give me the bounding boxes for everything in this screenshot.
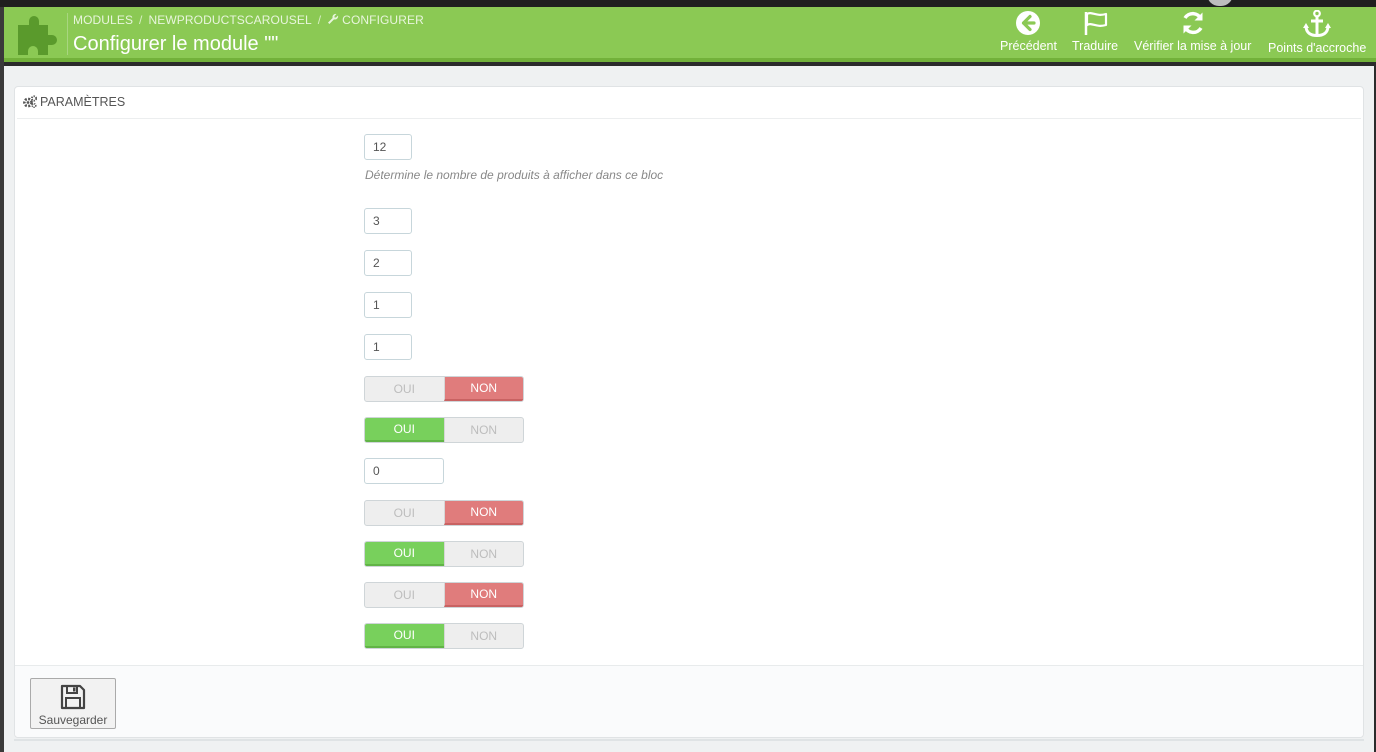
switch-yes[interactable]: OUI xyxy=(365,418,444,442)
toggle-switch-4[interactable]: OUI NON xyxy=(364,541,524,567)
switch-yes[interactable]: OUI xyxy=(365,624,444,648)
panel-footer: Sauvegarder xyxy=(15,665,1363,737)
toggle-switch-5[interactable]: OUI NON xyxy=(364,582,524,608)
number-input-2[interactable] xyxy=(364,208,412,234)
switch-no[interactable]: NON xyxy=(443,583,523,607)
page-header: MODULES / NEWPRODUCTSCAROUSEL / CONFIGURER C… xyxy=(4,7,1376,62)
number-input-3[interactable] xyxy=(364,250,412,276)
toggle-switch-3[interactable]: OUI NON xyxy=(364,500,524,526)
check-update-label: Vérifier la mise à jour xyxy=(1134,39,1252,53)
check-update-button[interactable]: Vérifier la mise à jour xyxy=(1134,10,1251,58)
switch-yes[interactable]: OUI xyxy=(365,501,444,525)
back-label: Précédent xyxy=(1000,39,1057,53)
header-divider xyxy=(67,13,68,55)
window-control xyxy=(1207,0,1233,6)
toggle-switch-2[interactable]: OUI NON xyxy=(364,417,524,443)
window-top-strip xyxy=(0,0,1376,7)
switch-yes[interactable]: OUI xyxy=(365,377,444,401)
save-button[interactable]: Sauvegarder xyxy=(30,678,116,729)
toggle-switch-6[interactable]: OUI NON xyxy=(364,623,524,649)
switch-no[interactable]: NON xyxy=(443,501,523,525)
flag-icon xyxy=(1084,12,1108,35)
products-count-help: Détermine le nombre de produits à affich… xyxy=(365,168,664,182)
number-input-6[interactable] xyxy=(364,458,444,484)
panel-heading-label: PARAMÈTRES xyxy=(40,95,126,109)
products-count-input[interactable] xyxy=(364,134,412,160)
heading-divider xyxy=(17,118,1361,119)
breadcrumb-module-name[interactable]: NEWPRODUCTSCAROUSEL xyxy=(148,13,311,27)
breadcrumb-separator: / xyxy=(139,13,143,27)
switch-no[interactable]: NON xyxy=(443,542,524,566)
cogs-icon xyxy=(23,95,37,108)
number-input-4[interactable] xyxy=(364,292,412,318)
number-input-5[interactable] xyxy=(364,334,412,360)
hooks-label: Points d'accroche xyxy=(1268,41,1367,55)
settings-panel: PARAMÈTRES Détermine le nombre de produi… xyxy=(14,86,1364,738)
floppy-disk-icon xyxy=(60,684,86,709)
refresh-icon xyxy=(1183,11,1203,35)
hooks-button[interactable]: Points d'accroche xyxy=(1268,10,1366,58)
switch-no[interactable]: NON xyxy=(443,377,523,401)
anchor-icon xyxy=(1303,10,1332,38)
breadcrumb-configure: CONFIGURER xyxy=(342,13,424,27)
breadcrumb-separator: / xyxy=(317,13,322,27)
wrench-icon xyxy=(328,13,339,24)
panel-heading: PARAMÈTRES xyxy=(23,95,125,109)
page-title: Configurer le module "" xyxy=(73,33,279,55)
back-button[interactable]: Précédent xyxy=(1000,10,1057,58)
save-label: Sauvegarder xyxy=(38,712,108,727)
switch-yes[interactable]: OUI xyxy=(365,583,444,607)
panel-bottom-border xyxy=(14,739,1364,741)
arrow-left-circle-icon xyxy=(1016,11,1041,35)
translate-label: Traduire xyxy=(1072,39,1119,53)
switch-no[interactable]: NON xyxy=(443,418,524,442)
switch-yes[interactable]: OUI xyxy=(365,542,444,566)
switch-no[interactable]: NON xyxy=(443,624,524,648)
translate-button[interactable]: Traduire xyxy=(1072,10,1118,58)
toggle-switch-1[interactable]: OUI NON xyxy=(364,376,524,402)
main-content: PARAMÈTRES Détermine le nombre de produi… xyxy=(4,66,1374,752)
puzzle-module-icon xyxy=(18,16,57,55)
breadcrumb-modules[interactable]: MODULES xyxy=(73,13,133,27)
breadcrumb: MODULES / NEWPRODUCTSCAROUSEL / CONFIGURER xyxy=(73,13,424,27)
